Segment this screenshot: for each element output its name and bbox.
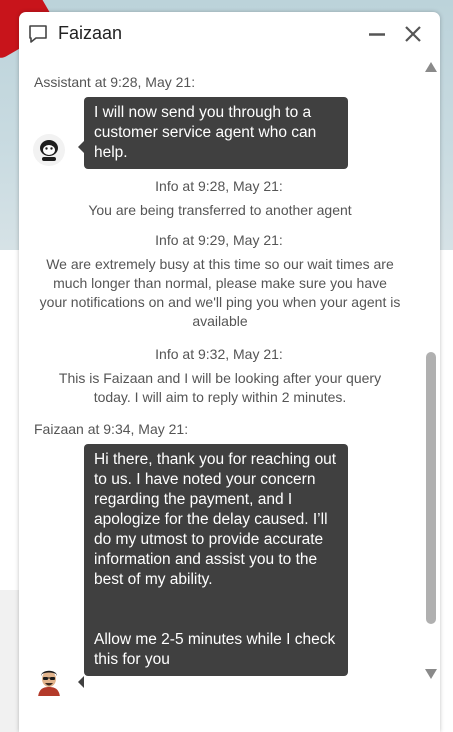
info-text: We are extremely busy at this time so ou… (39, 256, 401, 329)
triangle-up-icon[interactable] (425, 62, 437, 72)
chat-header: Faizaan (19, 12, 440, 56)
agent-message-bubble: Hi there, thank you for reaching out to … (78, 444, 348, 688)
assistant-avatar (33, 134, 65, 166)
agent-message-text: Hi there, thank you for reaching out to … (94, 451, 337, 588)
agent-message-text: Allow me 2-5 minutes while I check this … (94, 631, 336, 668)
message-list[interactable]: Assistant at 9:28, May 21: I will now se… (19, 56, 419, 696)
close-icon[interactable] (403, 24, 423, 44)
info-text: You are being transferred to another age… (88, 202, 352, 218)
info-title: Info at 9:32, May 21: (155, 346, 283, 362)
chat-widget: Faizaan Assistant at 9:28, May 21: I wil… (19, 12, 440, 732)
triangle-down-icon[interactable] (425, 669, 437, 679)
agent-avatar (33, 665, 65, 696)
minimize-icon[interactable] (367, 24, 387, 44)
assistant-message-bubble: I will now send you through to a custome… (78, 97, 348, 169)
info-title: Info at 9:29, May 21: (155, 232, 283, 248)
assistant-message-text: I will now send you through to a custome… (94, 104, 317, 161)
scrollbar-thumb[interactable] (426, 352, 436, 624)
bubble-tail (78, 676, 84, 688)
agent-sender-label: Faizaan at 9:34, May 21: (34, 421, 189, 437)
bubble-tail (78, 141, 84, 153)
info-text: This is Faizaan and I will be looking af… (58, 370, 382, 405)
chat-bubble-icon (29, 25, 47, 43)
info-title: Info at 9:28, May 21: (155, 178, 283, 194)
chat-title: Faizaan (58, 23, 123, 43)
assistant-sender-label: Assistant at 9:28, May 21: (34, 74, 196, 90)
